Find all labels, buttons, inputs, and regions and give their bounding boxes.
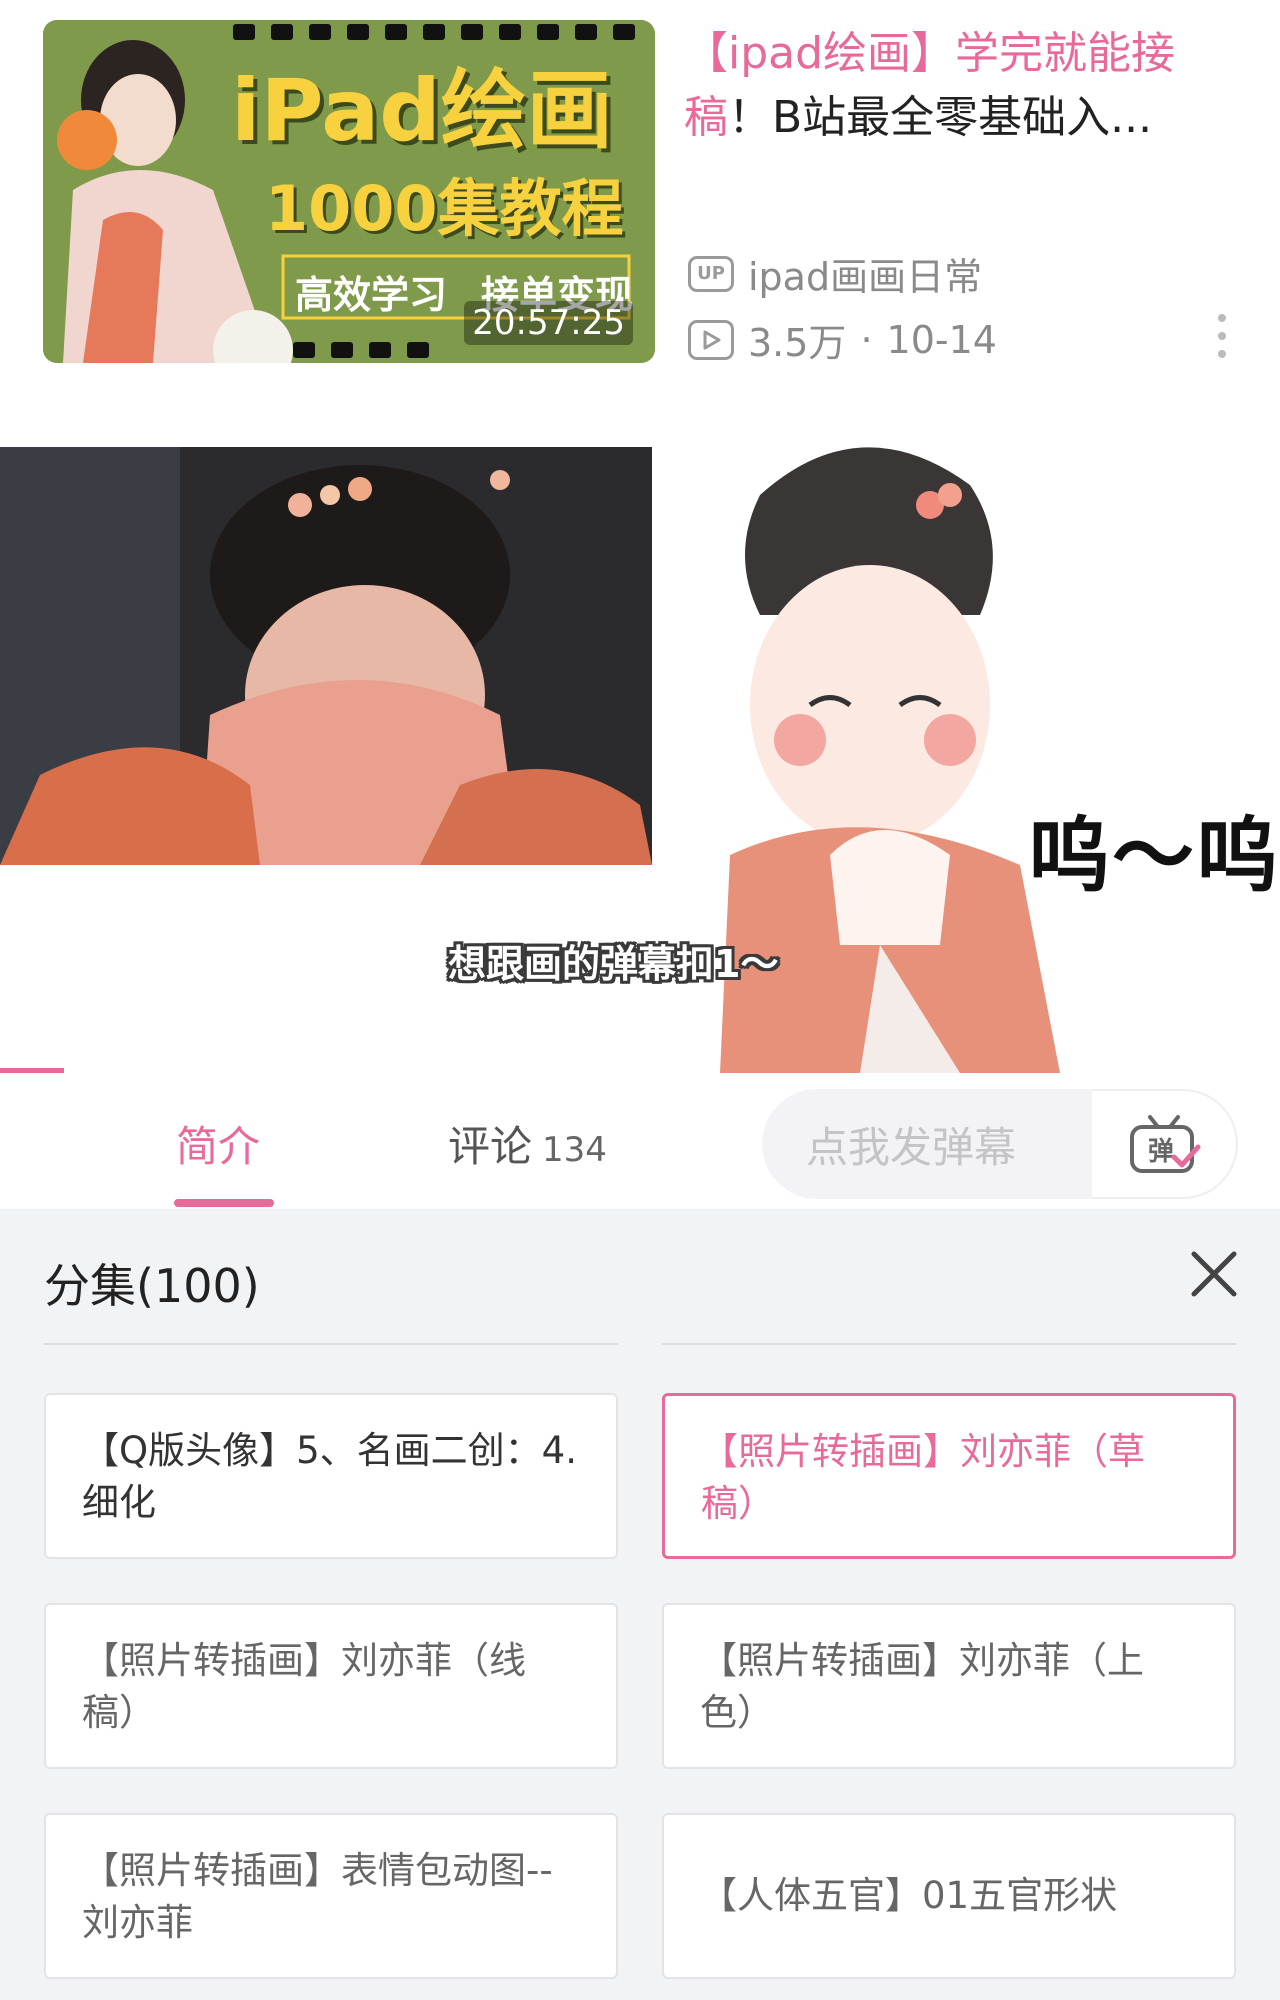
publish-date: 10-14 xyxy=(886,317,997,362)
divider xyxy=(44,1343,618,1345)
active-tab-indicator xyxy=(174,1199,274,1207)
danmaku-tv-icon: 弹 xyxy=(1130,1115,1201,1173)
video-player[interactable]: 想跟画的弹幕扣1～ 呜～呜 xyxy=(0,385,1280,1073)
sticker-caption: 呜～呜 xyxy=(1028,809,1280,904)
detail-tabs-bar: 简介 评论 134 点我发弹幕 弹 xyxy=(0,1073,1280,1210)
up-badge-icon: UP xyxy=(688,255,734,292)
video-title-highlight: 【ipad绘画】学完就能接 xyxy=(684,28,1176,79)
video-duration: 20:57:25 xyxy=(464,301,633,345)
comments-count: 134 xyxy=(542,1130,607,1170)
author-name: ipad画画日常 xyxy=(748,255,983,299)
recommended-video-card[interactable]: iPad绘画 1000集教程 高效学习 接单变现 20:57:25 【ipad绘… xyxy=(0,0,1280,385)
more-options-icon[interactable] xyxy=(1212,314,1232,358)
stats-row: 3.5万 · 10-14 xyxy=(688,312,997,367)
danmaku-toggle-button[interactable]: 弹 xyxy=(1092,1089,1238,1199)
video-title[interactable]: 【ipad绘画】学完就能接 稿！B站最全零基础入... xyxy=(684,22,1244,150)
episode-item-4[interactable]: 【照片转插画】刘亦菲（上色） xyxy=(662,1603,1236,1769)
play-count-icon xyxy=(688,319,734,360)
episode-item-5[interactable]: 【照片转插画】表情包动图--刘亦菲 xyxy=(44,1813,618,1979)
thumbnail-subtitle: 1000集教程 xyxy=(265,172,624,245)
episode-item-3[interactable]: 【照片转插画】刘亦菲（线稿） xyxy=(44,1603,618,1769)
episode-item-1[interactable]: 【Q版头像】5、名画二创：4.细化 xyxy=(44,1393,618,1559)
svg-text:弹: 弹 xyxy=(1148,1137,1174,1167)
author-row[interactable]: UP ipad画画日常 xyxy=(688,246,982,301)
thumbnail-title: iPad绘画 xyxy=(231,61,613,161)
close-icon[interactable] xyxy=(1188,1248,1240,1300)
view-count: 3.5万 xyxy=(748,321,847,365)
tab-comments[interactable]: 评论 134 xyxy=(448,1113,607,1174)
episode-item-6[interactable]: 【人体五官】01五官形状 xyxy=(662,1813,1236,1979)
video-title-highlight-2: 稿 xyxy=(684,92,728,143)
danmaku-hint-text: 想跟画的弹幕扣1～ xyxy=(448,942,779,986)
danmaku-input[interactable]: 点我发弹幕 xyxy=(762,1089,1092,1199)
thumbnail-tag-left: 高效学习 xyxy=(295,273,448,317)
stats-separator: · xyxy=(860,317,873,362)
tab-comments-label: 评论 xyxy=(448,1122,533,1171)
video-thumbnail[interactable]: iPad绘画 1000集教程 高效学习 接单变现 20:57:25 xyxy=(43,20,655,363)
episodes-panel: 分集(100) 【Q版头像】5、名画二创：4.细化 【照片转插画】刘亦菲（草稿）… xyxy=(0,1210,1280,2000)
video-title-rest: ！B站最全零基础入... xyxy=(728,92,1153,143)
tab-intro[interactable]: 简介 xyxy=(176,1113,260,1174)
divider xyxy=(662,1343,1236,1345)
episode-item-2-active[interactable]: 【照片转插画】刘亦菲（草稿） xyxy=(662,1393,1236,1559)
episodes-header: 分集(100) xyxy=(44,1259,260,1313)
